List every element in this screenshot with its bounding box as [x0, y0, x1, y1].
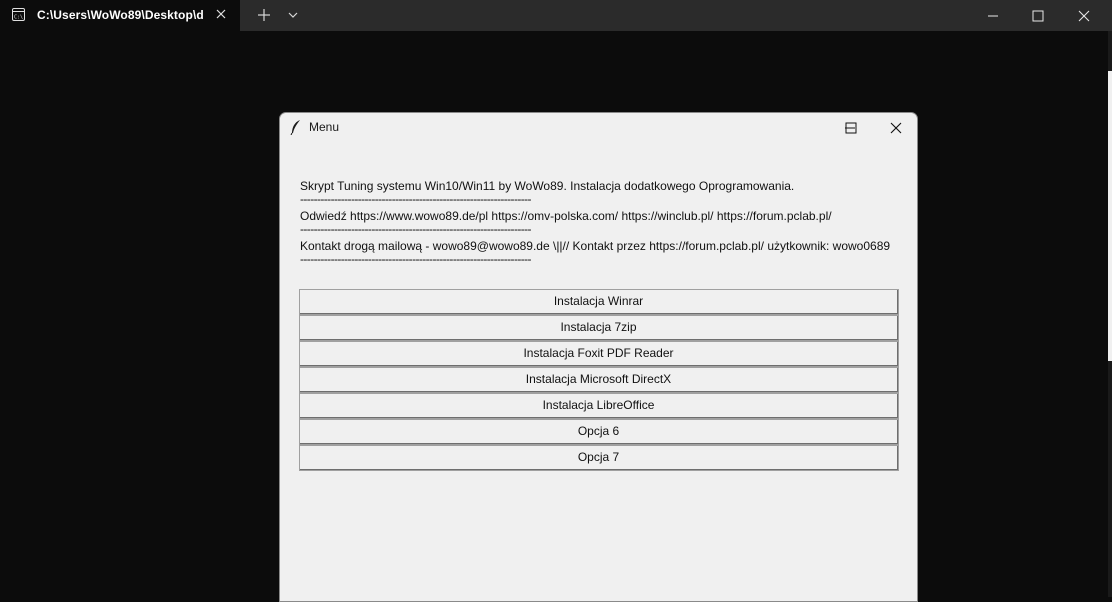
install-foxit-button[interactable]: Instalacja Foxit PDF Reader: [299, 341, 899, 367]
terminal-title-bar: C:\ C:\Users\WoWo89\Desktop\d: [0, 0, 1112, 31]
install-winrar-button[interactable]: Instalacja Winrar: [299, 289, 899, 315]
terminal-tab[interactable]: C:\ C:\Users\WoWo89\Desktop\d: [0, 0, 240, 31]
separator-line: ----------------------------------------…: [300, 194, 532, 206]
maximize-icon[interactable]: [828, 113, 874, 142]
option-7-button[interactable]: Opcja 7: [299, 445, 899, 471]
menu-window: Menu Skrypt Tuning systemu Win10/Win11 b…: [279, 112, 918, 602]
feather-icon: [289, 119, 303, 136]
terminal-scroll-edge: [1108, 31, 1112, 597]
info-text-block: Skrypt Tuning systemu Win10/Win11 by WoW…: [300, 179, 900, 269]
option-6-button[interactable]: Opcja 6: [299, 419, 899, 445]
separator-line: ----------------------------------------…: [300, 224, 532, 236]
chevron-down-icon[interactable]: [285, 6, 301, 24]
menu-title-bar[interactable]: Menu: [280, 113, 917, 142]
button-list: Instalacja Winrar Instalacja 7zip Instal…: [299, 289, 899, 471]
close-icon[interactable]: [873, 113, 919, 142]
terminal-tab-title: C:\Users\WoWo89\Desktop\d: [37, 8, 204, 22]
maximize-icon[interactable]: [1015, 0, 1061, 31]
background-window-edge: [1108, 71, 1112, 361]
info-line-contact: Kontakt drogą mailową - wowo89@wowo89.de…: [300, 239, 891, 253]
info-line-title: Skrypt Tuning systemu Win10/Win11 by WoW…: [300, 179, 795, 193]
window-title: Menu: [309, 120, 340, 134]
separator-line: ----------------------------------------…: [300, 254, 532, 266]
plus-icon[interactable]: [255, 6, 273, 24]
install-libreoffice-button[interactable]: Instalacja LibreOffice: [299, 393, 899, 419]
close-icon[interactable]: [1061, 0, 1107, 31]
minimize-icon[interactable]: [970, 0, 1016, 31]
tab-close-icon[interactable]: [213, 6, 229, 22]
install-directx-button[interactable]: Instalacja Microsoft DirectX: [299, 367, 899, 393]
svg-text:C:\: C:\: [14, 15, 23, 21]
install-7zip-button[interactable]: Instalacja 7zip: [299, 315, 899, 341]
terminal-icon: C:\: [12, 8, 25, 21]
info-line-links: Odwiedź https://www.wowo89.de/pl https:/…: [300, 209, 832, 223]
